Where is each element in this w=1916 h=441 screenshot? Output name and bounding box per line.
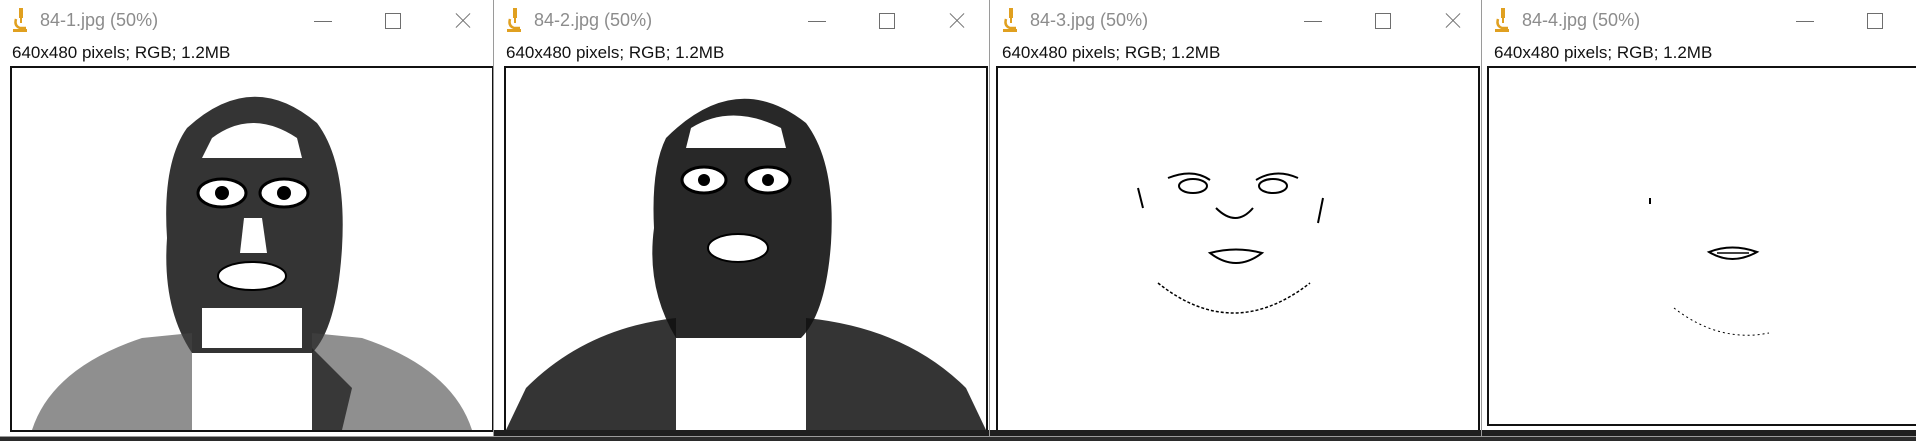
image-window-1[interactable]: 84-1.jpg (50%) 640x480 pixels; RGB; 1.2M… — [0, 0, 494, 436]
threshold-image — [32, 96, 472, 430]
image-window-3[interactable]: 84-3.jpg (50%) 640x480 pixels; RGB; 1.2M… — [990, 0, 1482, 436]
window-title: 84-2.jpg (50%) — [534, 10, 653, 30]
maximize-icon[interactable] — [876, 10, 898, 32]
microscope-icon — [1003, 8, 1017, 32]
window-titlebar[interactable]: 84-3.jpg (50%) — [990, 0, 1482, 44]
minimize-icon[interactable] — [1302, 10, 1324, 32]
desktop-strip — [494, 430, 990, 436]
window-titlebar[interactable]: 84-4.jpg (50%) — [1482, 0, 1916, 44]
image-canvas[interactable] — [10, 66, 494, 432]
close-icon[interactable] — [1442, 10, 1464, 32]
image-canvas[interactable] — [504, 66, 988, 432]
window-title: 84-4.jpg (50%) — [1522, 10, 1641, 30]
threshold-image — [506, 98, 986, 430]
microscope-icon — [1495, 8, 1509, 32]
edge-image — [1137, 172, 1324, 314]
image-canvas[interactable] — [996, 66, 1480, 432]
microscope-icon — [507, 8, 521, 32]
minimize-icon[interactable] — [806, 10, 828, 32]
close-icon[interactable] — [946, 10, 968, 32]
desktop-strip — [990, 430, 1482, 436]
close-icon[interactable] — [452, 10, 474, 32]
minimize-icon[interactable] — [312, 10, 334, 32]
window-title: 84-1.jpg (50%) — [40, 10, 159, 30]
microscope-icon — [13, 8, 27, 32]
image-window-4[interactable]: 84-4.jpg (50%) 640x480 pixels; RGB; 1.2M… — [1482, 0, 1916, 436]
image-info: 640x480 pixels; RGB; 1.2MB — [506, 43, 725, 62]
image-info: 640x480 pixels; RGB; 1.2MB — [1494, 43, 1713, 62]
maximize-icon[interactable] — [1372, 10, 1394, 32]
image-info: 640x480 pixels; RGB; 1.2MB — [1002, 43, 1221, 62]
edge-image — [1649, 198, 1770, 336]
maximize-icon[interactable] — [1864, 10, 1886, 32]
window-titlebar[interactable]: 84-2.jpg (50%) — [494, 0, 990, 44]
image-canvas[interactable] — [1487, 66, 1916, 426]
desktop-strip — [1482, 430, 1916, 436]
maximize-icon[interactable] — [382, 10, 404, 32]
image-window-2[interactable]: 84-2.jpg (50%) 640x480 pixels; RGB; 1.2M… — [494, 0, 990, 436]
window-titlebar[interactable]: 84-1.jpg (50%) — [0, 0, 494, 44]
window-title: 84-3.jpg (50%) — [1030, 10, 1149, 30]
image-info: 640x480 pixels; RGB; 1.2MB — [12, 43, 231, 62]
minimize-icon[interactable] — [1794, 10, 1816, 32]
